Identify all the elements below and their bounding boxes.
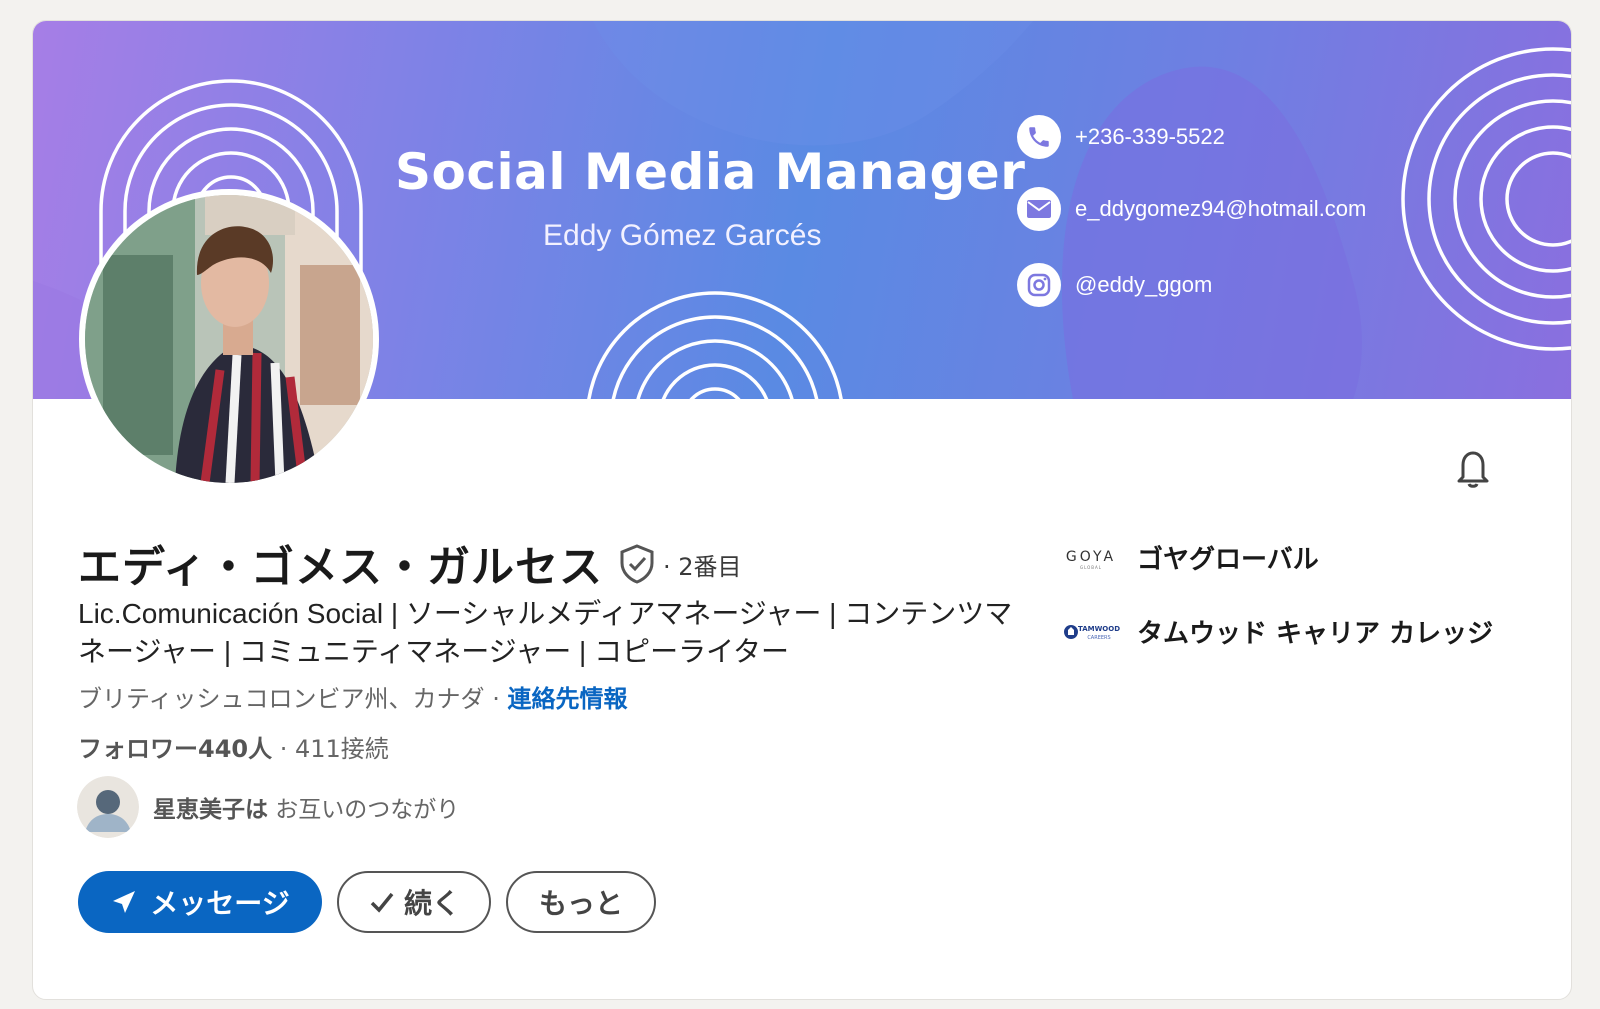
message-button-label: メッセージ (150, 887, 290, 920)
phone-text: +236-339-5522 (1075, 124, 1225, 149)
goya-logo-text: GOYA (1066, 549, 1116, 565)
location-text: ブリティッシュコロンビア州、カナダ · (78, 685, 508, 713)
email-text: e_ddygomez94@hotmail.com (1075, 196, 1367, 221)
profile-card: Social Media Manager Eddy Gómez Garcés +… (32, 20, 1572, 1000)
profile-name-row: エディ・ゴメス・ガルセス · 2番目 (78, 533, 742, 595)
contact-info-link[interactable]: 連絡先情報 (507, 685, 627, 713)
org-goya[interactable]: GOYA GLOBAL ゴヤグローバル (1059, 539, 1319, 576)
mail-icon (1017, 187, 1061, 231)
check-icon (370, 892, 394, 913)
goya-logo: GOYA GLOBAL (1059, 543, 1123, 573)
connection-degree: · 2番目 (663, 552, 742, 581)
org-name-goya: ゴヤグローバル (1137, 545, 1319, 575)
banner-email: e_ddygomez94@hotmail.com (1017, 187, 1366, 231)
tamwood-logo-text: TAMWOOD (1078, 625, 1120, 633)
phone-icon (1017, 115, 1061, 159)
mutual-name: 星恵美子は (153, 797, 268, 823)
mutual-text: 星恵美子は お互いのつながり (153, 790, 459, 824)
banner-subtitle: Eddy Gómez Garcés (543, 219, 822, 252)
verified-shield-icon[interactable] (619, 544, 655, 584)
follow-button-label: 続く (403, 887, 460, 920)
tamwood-logo: TAMWOOD CAREERS (1059, 617, 1123, 647)
org-tamwood[interactable]: TAMWOOD CAREERS タムウッド キャリア カレッジ (1059, 613, 1493, 650)
profile-avatar[interactable] (79, 189, 379, 489)
banner-phone: +236-339-5522 (1017, 115, 1225, 159)
banner-title: Social Media Manager (395, 143, 1026, 201)
send-icon (113, 891, 136, 913)
banner-instagram: @eddy_ggom (1017, 263, 1212, 307)
follow-button[interactable]: 続く (337, 871, 491, 933)
profile-location: ブリティッシュコロンビア州、カナダ · 連絡先情報 (78, 679, 627, 714)
tamwood-logo-sub: CAREERS (1087, 635, 1110, 641)
profile-name: エディ・ゴメス・ガルセス (78, 543, 603, 593)
message-button[interactable]: メッセージ (78, 871, 322, 933)
more-button[interactable]: もっと (506, 871, 656, 933)
profile-headline: Lic.Comunicación Social | ソーシャルメディアマネージャ… (78, 598, 1013, 667)
org-name-tamwood: タムウッド キャリア カレッジ (1137, 619, 1494, 649)
mutual-desc: お互いのつながり (268, 797, 460, 823)
mutual-avatar (77, 776, 139, 838)
followers-count[interactable]: フォロワー440人 (78, 735, 272, 763)
mutual-connections[interactable]: 星恵美子は お互いのつながり (77, 776, 459, 838)
profile-stats: フォロワー440人 · 411接続 (78, 729, 389, 764)
connections-count[interactable]: · 411接続 (272, 735, 389, 763)
instagram-text: @eddy_ggom (1075, 272, 1213, 297)
instagram-icon (1017, 263, 1061, 307)
more-button-label: もっと (538, 887, 623, 920)
bell-icon[interactable] (1449, 443, 1497, 491)
goya-logo-sub: GLOBAL (1080, 565, 1102, 570)
